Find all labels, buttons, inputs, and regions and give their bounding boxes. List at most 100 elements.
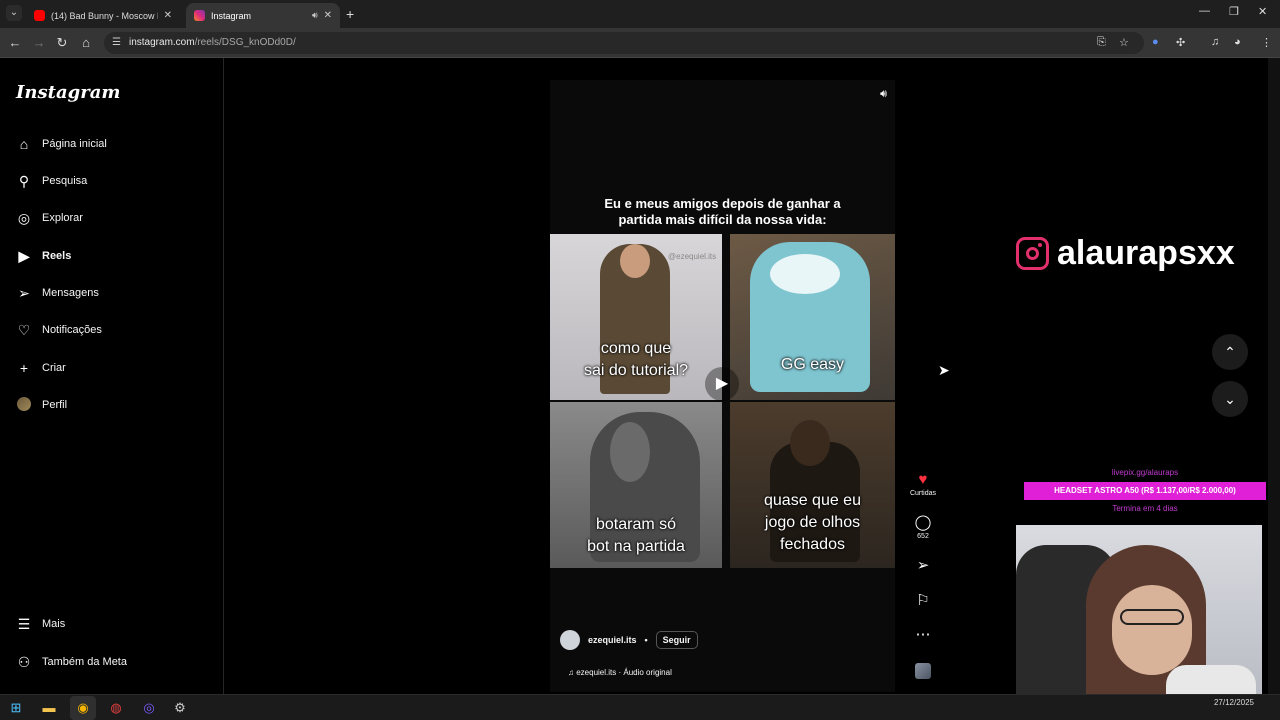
steam-icon[interactable]: ⚙ (172, 700, 188, 716)
extension-icon[interactable]: ● (1152, 36, 1159, 48)
hamburger-menu-icon: ☰ (17, 616, 31, 632)
more-options-button[interactable]: ⋯ (905, 627, 941, 643)
close-window-icon[interactable]: ✕ (1258, 5, 1267, 18)
donation-url: livepix.gg/alauraps (1111, 468, 1179, 477)
ellipsis-icon: ⋯ (915, 626, 931, 643)
sidebar-item-label: Página inicial (42, 138, 107, 150)
home-icon: ⌂ (19, 136, 29, 152)
instagram-favicon-icon (194, 10, 205, 21)
meme-text: quase que eu jogo de olhos fechados (764, 492, 861, 553)
sidebar-item-profile[interactable]: Perfil (16, 393, 67, 417)
follow-button[interactable]: Seguir (655, 631, 698, 649)
sidebar-item-label: Também da Meta (42, 656, 127, 668)
volume-icon[interactable]: 🔊︎ (880, 88, 887, 101)
instagram-logo[interactable]: Instagram (16, 82, 120, 103)
send-icon: ➢ (916, 557, 930, 574)
file-explorer-icon[interactable]: ▬ (41, 700, 57, 716)
profile-avatar-icon[interactable]: ◕ (1234, 36, 1241, 48)
bookmark-star-icon[interactable]: ☆ (1119, 36, 1129, 49)
forward-icon[interactable]: → (31, 35, 47, 50)
donation-goal-bar: HEADSET ASTRO A50 (R$ 1.137,00/R$ 2.000,… (1024, 482, 1266, 500)
search-icon: ⚲ (18, 173, 30, 189)
minimize-icon[interactable]: — (1199, 5, 1210, 17)
url-input[interactable]: ☰ instagram.com/reels/DSG_knODd0D/ ⎘ ☆ (104, 32, 1144, 54)
sidebar-item-search[interactable]: ⚲ Pesquisa (16, 169, 87, 193)
tab-strip: ⌄ (14) Bad Bunny - Moscow Mule ✕ Instagr… (0, 0, 1280, 28)
sidebar-item-create[interactable]: + Criar (16, 356, 66, 380)
author-avatar[interactable] (560, 630, 580, 650)
sidebar: Instagram ⌂ Página inicial ⚲ Pesquisa ◎ … (0, 58, 224, 694)
meta-apps-icon: ⚇ (17, 654, 31, 670)
author-name[interactable]: ezequiel.its (588, 635, 637, 645)
instagram-page: Instagram ⌂ Página inicial ⚲ Pesquisa ◎ … (0, 58, 1280, 707)
sidebar-item-label: Perfil (42, 399, 68, 411)
separator: • (644, 635, 648, 645)
comments-count: 652 (917, 533, 929, 540)
save-button[interactable]: ⚐ (905, 593, 941, 609)
meme-text: GG easy (780, 356, 845, 373)
meme-panel-eyes-closed: quase que eu jogo de olhos fechados (730, 402, 895, 568)
menu-kebab-icon[interactable]: ⋮ (1261, 36, 1272, 49)
reel-video[interactable]: 🔊︎ Eu e meus amigos depois de ganhar a p… (550, 80, 895, 692)
close-tab-icon[interactable]: ✕ (324, 10, 332, 21)
compass-icon: ◎ (17, 210, 31, 226)
obs-icon[interactable]: ◍ (108, 700, 124, 716)
reels-icon: ▶ (18, 248, 30, 264)
sidebar-item-notifications[interactable]: ♡ Notificações (16, 318, 102, 342)
previous-reel-button[interactable]: ⌃ (1212, 334, 1248, 370)
sidebar-item-more[interactable]: ☰ Mais (16, 612, 66, 636)
sidebar-item-explore[interactable]: ◎ Explorar (16, 206, 83, 230)
meme-text: como que sai do tutorial? (583, 340, 689, 379)
sidebar-item-home[interactable]: ⌂ Página inicial (16, 132, 107, 156)
install-app-icon[interactable]: ⎘ (1097, 36, 1106, 49)
close-tab-icon[interactable]: ✕ (164, 10, 172, 21)
likes-label: Curtidas (909, 490, 937, 497)
speaker-icon[interactable]: 🔊︎ (312, 10, 318, 21)
mouse-cursor-icon: ➤ (938, 362, 950, 378)
taskbar: ⊞ ▬ ◉ ◍ ◎ ⚙ 27/12/2025 (0, 694, 1280, 720)
plus-icon: + (19, 360, 29, 376)
sidebar-item-label: Pesquisa (42, 175, 88, 187)
media-control-icon[interactable]: ♫ (1211, 36, 1219, 48)
tab-search-button[interactable]: ⌄ (6, 5, 22, 21)
chrome-icon[interactable]: ◉ (75, 700, 91, 716)
meme-panel-tutorial: @ezequiel.its como que sai do tutorial? (550, 234, 722, 400)
reel-caption: Eu e meus amigos depois de ganhar a part… (604, 196, 841, 227)
restore-icon[interactable]: ❐ (1229, 5, 1239, 18)
reel-author: ezequiel.its • Seguir (560, 630, 698, 650)
webcam-feed (1016, 525, 1262, 707)
avatar-icon (16, 397, 32, 413)
tab-title: (14) Bad Bunny - Moscow Mule (51, 10, 158, 21)
discord-icon[interactable]: ◎ (141, 700, 157, 716)
audio-info[interactable]: ♫ ezequiel.its · Áudio original (568, 668, 672, 677)
sidebar-item-label: Mais (42, 618, 66, 630)
page-scrollbar[interactable] (1268, 58, 1280, 694)
windows-start-icon[interactable]: ⊞ (8, 700, 24, 716)
heart-icon: ♡ (17, 322, 31, 338)
sidebar-item-messages[interactable]: ➢ Mensagens (16, 281, 99, 305)
sidebar-item-reels[interactable]: ▶ Reels (16, 244, 72, 268)
like-button[interactable]: ♥ Curtidas (905, 471, 941, 498)
home-icon[interactable]: ⌂ (78, 35, 94, 50)
new-tab-button[interactable]: + (346, 6, 354, 22)
sidebar-item-meta[interactable]: ⚇ Também da Meta (16, 650, 127, 674)
next-reel-button[interactable]: ⌄ (1212, 381, 1248, 417)
extensions-puzzle-icon[interactable]: ✣ (1176, 36, 1185, 49)
play-icon[interactable]: ▶ (705, 367, 739, 401)
meme-panel-bot: botaram só bot na partida (550, 402, 722, 568)
audio-thumbnail[interactable] (905, 663, 941, 679)
back-icon[interactable]: ← (7, 35, 23, 50)
heart-filled-icon: ♥ (918, 471, 928, 488)
watermark: @ezequiel.its (668, 252, 717, 261)
address-bar-row: ← → ↻ ⌂ ☰ instagram.com/reels/DSG_knODd0… (0, 28, 1280, 58)
system-tray-clock[interactable]: 27/12/2025 (1214, 698, 1254, 708)
sidebar-item-label: Criar (42, 362, 66, 374)
reload-icon[interactable]: ↻ (54, 35, 70, 51)
tab-youtube[interactable]: (14) Bad Bunny - Moscow Mule ✕ (26, 3, 180, 28)
comment-button[interactable]: ◯ 652 (905, 515, 941, 541)
tab-instagram[interactable]: Instagram 🔊︎ ✕ (186, 3, 340, 28)
bookmark-icon: ⚐ (916, 592, 930, 609)
streamer-handle-overlay: alaurapsxx (1016, 234, 1235, 273)
share-button[interactable]: ➢ (905, 558, 941, 574)
site-info-icon[interactable]: ☰ (112, 37, 121, 48)
